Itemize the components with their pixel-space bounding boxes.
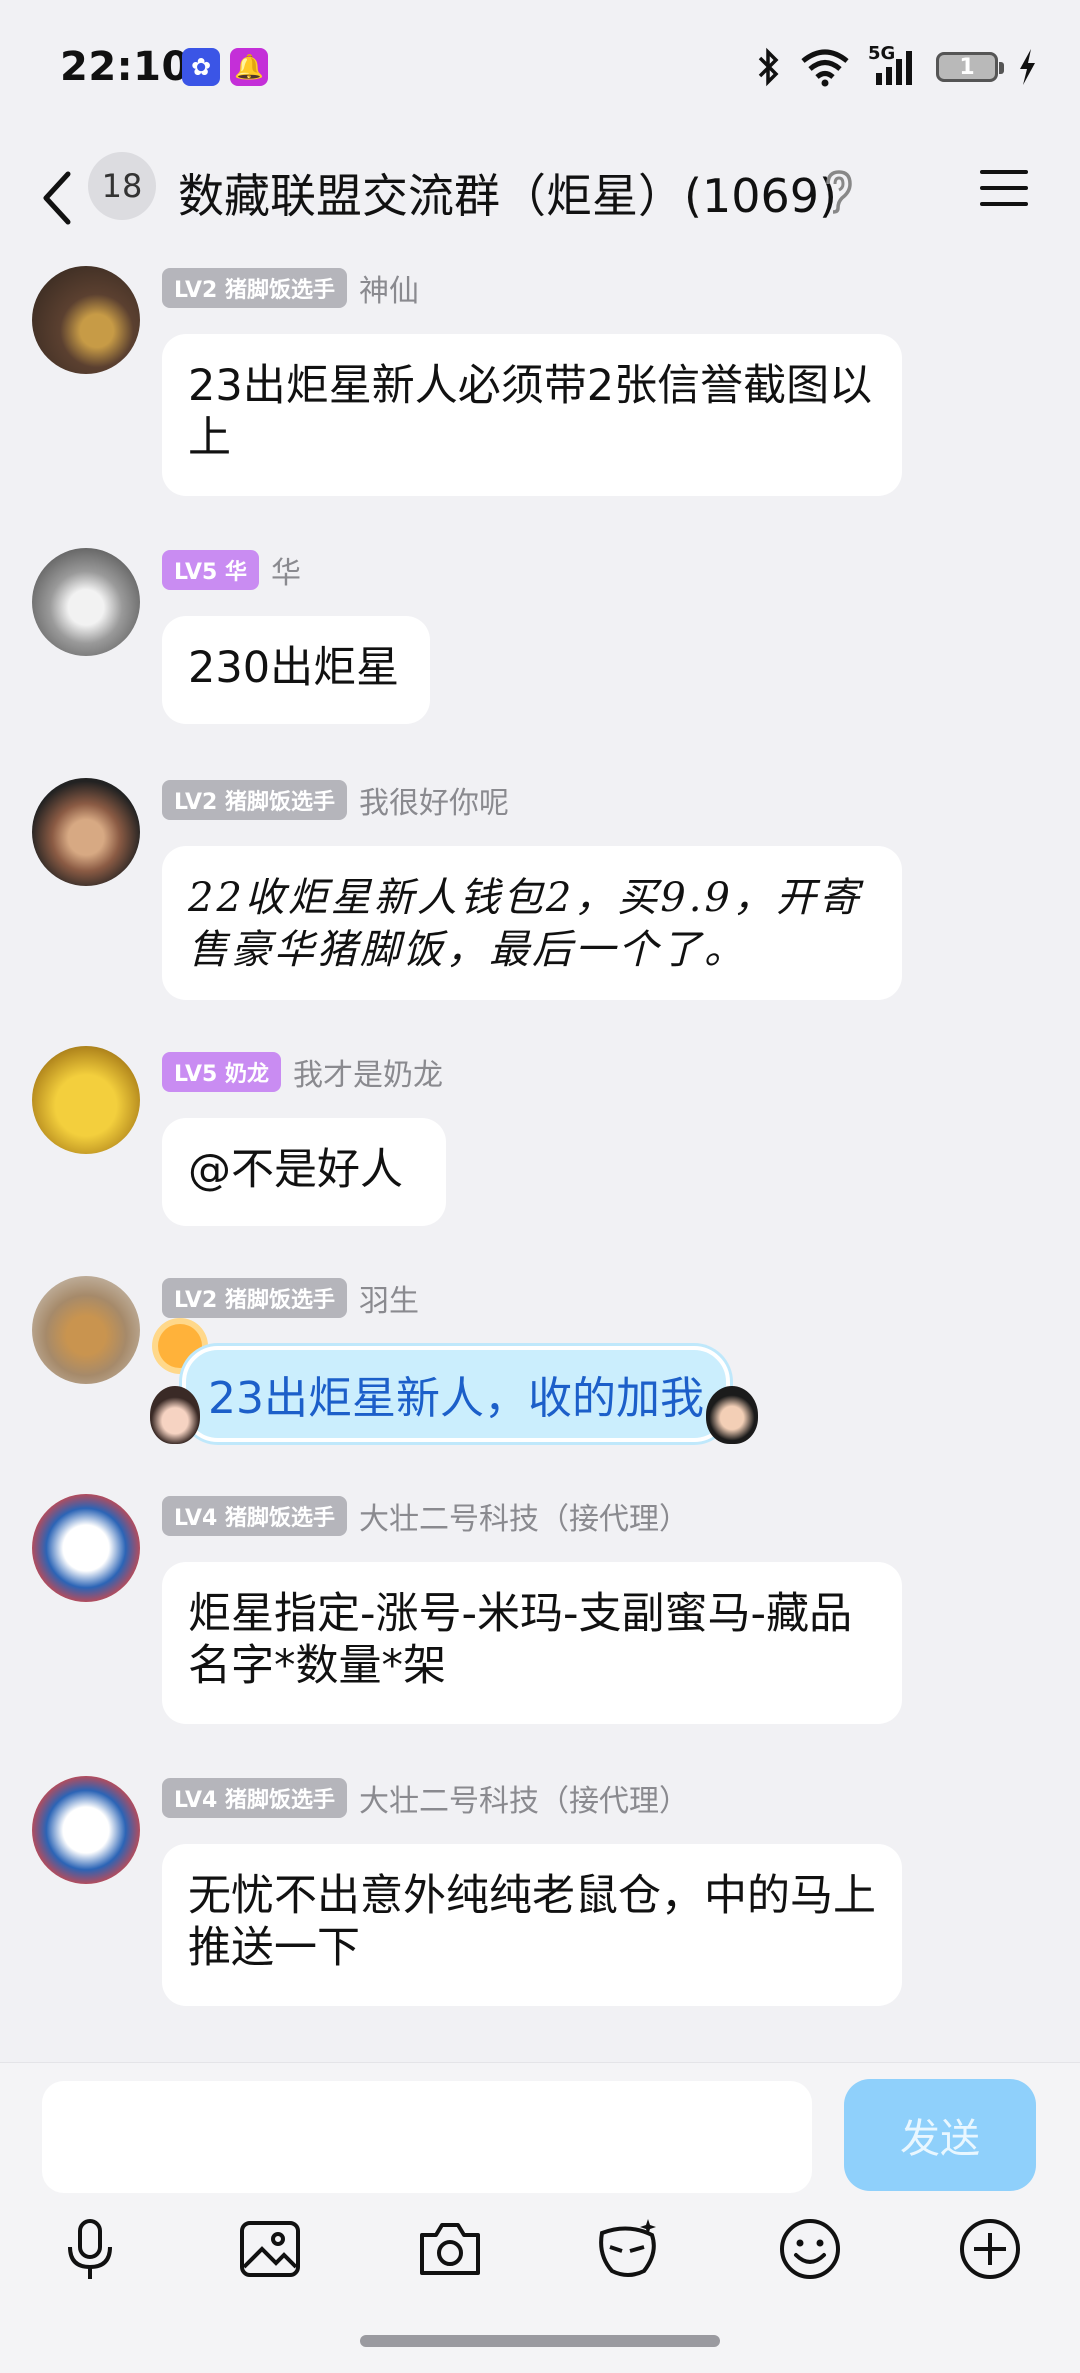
input-bar: 发送 bbox=[0, 2062, 1080, 2373]
message-bubble[interactable]: 23出炬星新人必须带2张信誉截图以上 bbox=[162, 334, 902, 496]
camera-icon[interactable] bbox=[414, 2213, 486, 2285]
avatar[interactable] bbox=[32, 1276, 140, 1384]
avatar[interactable] bbox=[32, 1494, 140, 1602]
nickname[interactable]: 我才是奶龙 bbox=[293, 1050, 443, 1094]
message-item: LV2 猪脚饭选手 羽生 23出炬星新人，收的加我 bbox=[0, 1272, 1080, 1472]
girl-sticker-icon bbox=[150, 1386, 200, 1444]
message-bubble[interactable]: 22收炬星新人钱包2，买9.9，开寄售豪华猪脚饭，最后一个了。 bbox=[162, 846, 902, 1000]
avatar[interactable] bbox=[32, 548, 140, 656]
image-icon[interactable] bbox=[234, 2213, 306, 2285]
bluetooth-icon bbox=[758, 47, 779, 87]
message-bubble[interactable]: 无忧不出意外纯纯老鼠仓，中的马上推送一下 bbox=[162, 1844, 902, 2006]
nickname[interactable]: 华 bbox=[271, 548, 301, 592]
level-badge: LV5 奶龙 bbox=[162, 1052, 281, 1092]
bell-notification-icon: 🔔 bbox=[230, 48, 268, 86]
message-item: LV4 猪脚饭选手 大壮二号科技（接代理） 炬星指定-涨号-米玛-支副蜜马-藏品… bbox=[0, 1490, 1080, 1740]
plus-icon[interactable] bbox=[954, 2213, 1026, 2285]
level-badge: LV2 猪脚饭选手 bbox=[162, 268, 347, 308]
message-bubble[interactable]: 炬星指定-涨号-米玛-支副蜜马-藏品名字*数量*架 bbox=[162, 1562, 902, 1724]
unread-count-badge[interactable]: 18 bbox=[88, 152, 156, 220]
charging-icon bbox=[1020, 49, 1035, 85]
boy-sticker-icon bbox=[706, 1386, 758, 1444]
nickname[interactable]: 神仙 bbox=[359, 266, 419, 310]
nickname[interactable]: 羽生 bbox=[359, 1276, 419, 1320]
send-button[interactable]: 发送 bbox=[844, 2079, 1036, 2191]
level-badge: LV2 猪脚饭选手 bbox=[162, 780, 347, 820]
message-item: LV5 奶龙 我才是奶龙 @不是好人 bbox=[0, 1046, 1080, 1236]
battery-icon: 1 bbox=[936, 52, 1004, 82]
message-item: LV5 华 华 230出炬星 bbox=[0, 544, 1080, 734]
message-item: LV4 猪脚饭选手 大壮二号科技（接代理） 无忧不出意外纯纯老鼠仓，中的马上推送… bbox=[0, 1772, 1080, 2022]
avatar[interactable] bbox=[32, 1776, 140, 1884]
menu-icon[interactable] bbox=[978, 162, 1030, 214]
nickname[interactable]: 大壮二号科技（接代理） bbox=[359, 1494, 689, 1538]
cellular-icon: 5G bbox=[868, 43, 918, 87]
message-item: LV2 猪脚饭选手 我很好你呢 22收炬星新人钱包2，买9.9，开寄售豪华猪脚饭… bbox=[0, 774, 1080, 1014]
level-badge: LV4 猪脚饭选手 bbox=[162, 1778, 347, 1818]
back-icon[interactable] bbox=[30, 160, 86, 236]
avatar[interactable] bbox=[32, 1046, 140, 1154]
level-badge: LV5 华 bbox=[162, 550, 259, 590]
message-bubble[interactable]: 23出炬星新人，收的加我 bbox=[182, 1346, 730, 1442]
avatar[interactable] bbox=[32, 778, 140, 886]
app-notification-icon: ✿ bbox=[182, 48, 220, 86]
microphone-icon[interactable] bbox=[54, 2213, 126, 2285]
home-indicator[interactable] bbox=[360, 2335, 720, 2347]
status-time: 22:10 bbox=[60, 44, 190, 90]
ear-icon bbox=[826, 170, 852, 214]
status-bar: 22:10 ✿ 🔔 5G 1 bbox=[0, 0, 1080, 140]
chat-header: 18 数藏联盟交流群（炬星）(1069) bbox=[0, 140, 1080, 256]
nickname[interactable]: 大壮二号科技（接代理） bbox=[359, 1776, 689, 1820]
message-item: LV2 猪脚饭选手 神仙 23出炬星新人必须带2张信誉截图以上 bbox=[0, 262, 1080, 512]
message-bubble[interactable]: @不是好人 bbox=[162, 1118, 446, 1226]
chat-title[interactable]: 数藏联盟交流群（炬星）(1069) bbox=[178, 160, 837, 226]
nickname[interactable]: 我很好你呢 bbox=[359, 778, 509, 822]
level-badge: LV2 猪脚饭选手 bbox=[162, 1278, 347, 1318]
emoji-icon[interactable] bbox=[774, 2213, 846, 2285]
wifi-icon bbox=[801, 49, 849, 87]
status-icons: 5G 1 bbox=[756, 43, 1038, 90]
message-input[interactable] bbox=[42, 2081, 812, 2193]
battery-level: 1 bbox=[959, 54, 975, 80]
sticker-icon[interactable] bbox=[592, 2213, 664, 2285]
avatar[interactable] bbox=[32, 266, 140, 374]
level-badge: LV4 猪脚饭选手 bbox=[162, 1496, 347, 1536]
message-bubble[interactable]: 230出炬星 bbox=[162, 616, 430, 724]
